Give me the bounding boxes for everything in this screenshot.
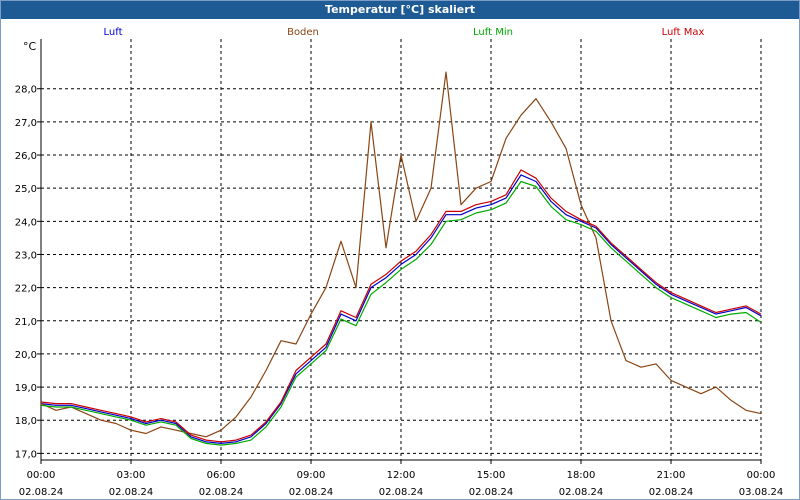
x-tick-date: 03.08.24 [739,487,784,498]
temperature-chart: Luft Boden Luft Min Luft Max °C 17,0 18,0 19,0 2… [15,27,784,498]
y-tick-label: 26,0 [15,151,37,162]
x-tick-time: 15:00 [477,470,506,481]
x-tick-date: 02.08.24 [19,487,64,498]
x-tick-time: 00:00 [747,470,776,481]
legend-entry: Luft Max [662,27,705,38]
x-tick-date: 02.08.24 [109,487,154,498]
y-tick-label: 18,0 [15,416,37,427]
y-tick-label: 28,0 [15,85,37,96]
y-tick-label: 25,0 [15,184,37,195]
x-tick-date: 02.08.24 [469,487,514,498]
y-tick-label: 24,0 [15,217,37,228]
title-bar: Temperatur [°C] skaliert [1,1,799,19]
x-tick-time: 00:00 [27,470,56,481]
x-tick-time: 03:00 [117,470,146,481]
legend-entry: Boden [287,27,319,38]
y-tick-label: 21,0 [15,317,37,328]
x-tick-date: 02.08.24 [649,487,694,498]
y-tick-label: 19,0 [15,383,37,394]
x-tick-date: 02.08.24 [289,487,334,498]
x-tick-date: 02.08.24 [199,487,244,498]
x-tick-time: 06:00 [207,470,236,481]
x-tick-date: 02.08.24 [559,487,604,498]
x-tick-time: 21:00 [657,470,686,481]
legend-entry: Luft [104,27,123,38]
y-tick-label: 17,0 [15,449,37,460]
x-tick-time: 12:00 [387,470,416,481]
x-tick-time: 18:00 [567,470,596,481]
x-tick-date: 02.08.24 [379,487,424,498]
y-axis-label: °C [23,40,37,53]
y-tick-label: 22,0 [15,284,37,295]
y-tick-label: 27,0 [15,118,37,129]
x-tick-time: 09:00 [297,470,326,481]
chart-title: Temperatur [°C] skaliert [325,3,475,16]
chart-window: Temperatur [°C] skaliert Luft Boden Luft M… [0,0,800,500]
y-tick-label: 20,0 [15,350,37,361]
y-tick-label: 23,0 [15,250,37,261]
legend-entry: Luft Min [473,27,513,38]
